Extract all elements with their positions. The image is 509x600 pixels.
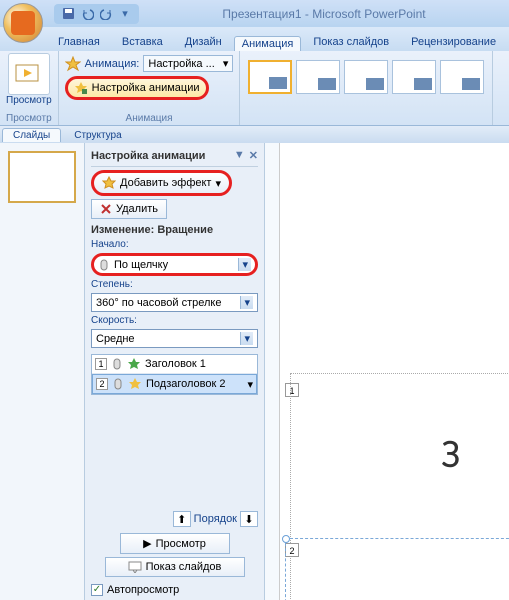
play-button[interactable]: ▶Просмотр	[120, 533, 230, 554]
autopreview-checkbox[interactable]: ✓ Автопросмотр	[91, 584, 258, 596]
task-pane-title: Настройка анимации	[91, 150, 205, 162]
checkbox-checked-icon: ✓	[91, 584, 103, 596]
subtab-outline[interactable]: Структура	[63, 128, 132, 142]
taskpane-dropdown-icon[interactable]: ▼	[234, 149, 245, 162]
transition-thumb-1[interactable]	[248, 60, 292, 94]
chevron-down-icon: ▾	[240, 332, 253, 345]
preview-group-label: Просмотр	[6, 113, 52, 125]
tab-design[interactable]: Дизайн	[175, 32, 232, 51]
transition-thumb-4[interactable]	[392, 60, 436, 94]
slide-thumbnail-1[interactable]	[8, 151, 76, 203]
ribbon: Просмотр Просмотр Анимация: Настройка ..…	[0, 51, 509, 126]
custom-animation-button[interactable]: Настройка анимации	[65, 76, 209, 100]
chevron-down-icon[interactable]: ▾	[247, 378, 253, 391]
office-button[interactable]	[3, 3, 43, 43]
change-label: Изменение: Вращение	[91, 224, 258, 236]
menu-bar: Главная Вставка Дизайн Анимация Показ сл…	[0, 27, 509, 51]
effect-item-2[interactable]: 2 Подзаголовок 2 ▾	[92, 374, 257, 394]
task-pane-header: Настройка анимации ▼ ✕	[91, 147, 258, 167]
chevron-down-icon: ▾	[240, 296, 253, 309]
animation-icon	[65, 56, 81, 72]
reorder-up-button[interactable]: ⬆	[173, 511, 191, 527]
effect-item-1[interactable]: 1 Заголовок 1	[92, 355, 257, 374]
task-pane: Настройка анимации ▼ ✕ Добавить эффект ▾…	[85, 143, 265, 600]
slideshow-icon	[128, 561, 142, 573]
subtitle-placeholder[interactable]	[285, 538, 509, 600]
tab-slideshow[interactable]: Показ слайдов	[303, 32, 399, 51]
taskpane-close-icon[interactable]: ✕	[249, 149, 258, 162]
add-effect-button[interactable]: Добавить эффект ▾	[91, 170, 232, 196]
animation-group-label: Анимация	[126, 113, 173, 125]
transition-thumb-5[interactable]	[440, 60, 484, 94]
mouse-icon	[111, 358, 123, 370]
subtab-slides[interactable]: Слайды	[2, 128, 61, 142]
quick-access-toolbar: ▾	[54, 4, 139, 24]
effect-emphasis-icon	[128, 377, 142, 391]
vertical-ruler	[265, 143, 280, 600]
window-title: Презентация1 - Microsoft PowerPoint	[139, 7, 509, 21]
tab-animation[interactable]: Анимация	[234, 36, 302, 51]
workspace: 1 Настройка анимации ▼ ✕ Добавить эффект…	[0, 143, 509, 600]
preview-icon	[14, 59, 44, 89]
ribbon-group-transitions	[240, 51, 493, 125]
start-select[interactable]: По щелчку ▾	[91, 253, 258, 276]
effect-entry-icon	[127, 357, 141, 371]
speed-select[interactable]: Средне▾	[91, 329, 258, 348]
play-icon: ▶	[143, 537, 151, 550]
ribbon-group-preview: Просмотр Просмотр	[0, 51, 59, 125]
speed-label: Скорость:	[91, 315, 258, 326]
ribbon-group-animation: Анимация: Настройка ...▾ Настройка анима…	[59, 51, 241, 125]
remove-icon	[100, 203, 112, 215]
tab-review[interactable]: Рецензирование	[401, 32, 506, 51]
title-text: З	[441, 429, 460, 478]
effect-list: 1 Заголовок 1 2 Подзаголовок 2 ▾	[91, 354, 258, 395]
mouse-icon	[112, 378, 124, 390]
chevron-down-icon: ▾	[238, 258, 251, 271]
degree-select[interactable]: 360° по часовой стрелке▾	[91, 293, 258, 312]
sub-tabs-bar: Слайды Структура	[0, 126, 509, 143]
tab-home[interactable]: Главная	[48, 32, 110, 51]
transition-thumb-2[interactable]	[296, 60, 340, 94]
chevron-down-icon: ▾	[215, 177, 221, 190]
resize-handle[interactable]	[282, 535, 290, 543]
reorder-label: Порядок	[194, 513, 237, 525]
custom-anim-icon	[74, 81, 88, 95]
slide-panel: 1	[0, 143, 85, 600]
reorder-down-button[interactable]: ⬇	[240, 511, 258, 527]
add-effect-icon	[102, 176, 116, 190]
qat-more-icon[interactable]: ▾	[117, 6, 133, 22]
save-icon[interactable]	[60, 6, 76, 22]
remove-button[interactable]: Удалить	[91, 199, 167, 219]
slideshow-button[interactable]: Показ слайдов	[105, 557, 245, 577]
start-label: Начало:	[91, 239, 258, 250]
preview-button[interactable]	[8, 53, 50, 95]
redo-icon[interactable]	[98, 6, 114, 22]
preview-label: Просмотр	[6, 95, 52, 106]
tab-insert[interactable]: Вставка	[112, 32, 173, 51]
title-bar: ▾ Презентация1 - Microsoft PowerPoint	[0, 0, 509, 27]
undo-icon[interactable]	[79, 6, 95, 22]
animation-combo[interactable]: Настройка ...▾	[143, 55, 233, 72]
mouse-icon	[98, 259, 110, 271]
degree-label: Степень:	[91, 279, 258, 290]
slide-canvas-area: 1 З 2	[265, 143, 509, 600]
animation-label: Анимация:	[85, 58, 140, 70]
transition-thumb-3[interactable]	[344, 60, 388, 94]
reorder-controls: ⬆ Порядок ⬇	[91, 508, 258, 530]
